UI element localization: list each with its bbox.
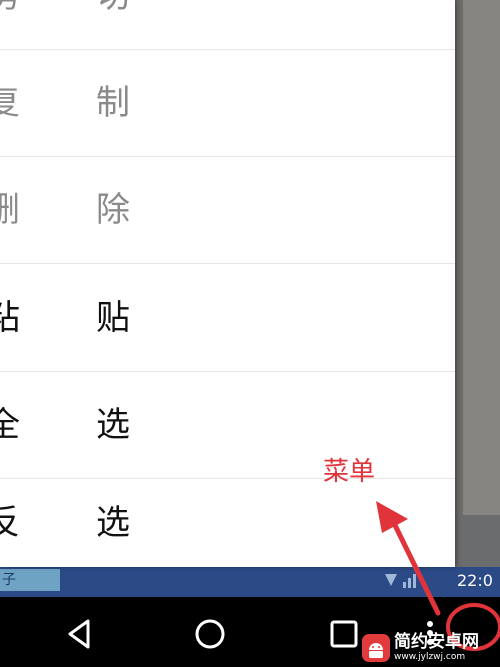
back-triangle-icon[interactable] xyxy=(62,617,96,651)
menu-item-label-2: 选 xyxy=(96,405,130,445)
watermark: 简约安卓网 www.jylzwj.com xyxy=(362,630,500,667)
menu-item-paste[interactable]: 粘 贴 xyxy=(0,265,455,372)
menu-item-delete[interactable]: 删 除 xyxy=(0,157,455,264)
menu-item-label-1: 复 xyxy=(0,83,20,123)
menu-item-label-2: 制 xyxy=(96,83,130,123)
menu-item-cut[interactable]: 剪 切 xyxy=(0,0,455,50)
home-circle-icon[interactable] xyxy=(193,617,227,651)
annotation-label-menu: 菜单 xyxy=(323,457,376,487)
menu-item-label-1: 删 xyxy=(0,190,20,230)
menu-item-label-1: 粘 xyxy=(0,298,20,338)
background-app-edge xyxy=(455,0,500,515)
menu-item-label-1: 剪 xyxy=(0,0,20,16)
menu-item-copy[interactable]: 复 制 xyxy=(0,50,455,157)
menu-item-label-1: 全 xyxy=(0,405,20,445)
menu-item-label-2: 贴 xyxy=(96,298,130,338)
menu-item-label-1: 反 xyxy=(0,503,20,543)
status-chip: 子 xyxy=(0,569,60,591)
menu-item-label-2: 选 xyxy=(96,503,130,543)
android-logo-icon xyxy=(362,634,390,662)
context-menu: 剪 切 复 制 删 除 粘 贴 全 选 反 选 xyxy=(0,0,455,567)
menu-item-label-2: 切 xyxy=(96,0,130,16)
watermark-url: www.jylzwj.com xyxy=(394,652,466,662)
menu-item-select-all[interactable]: 全 选 xyxy=(0,372,455,479)
recents-square-icon[interactable] xyxy=(327,617,361,651)
watermark-title: 简约安卓网 xyxy=(394,632,479,652)
menu-item-label-2: 除 xyxy=(96,190,130,230)
